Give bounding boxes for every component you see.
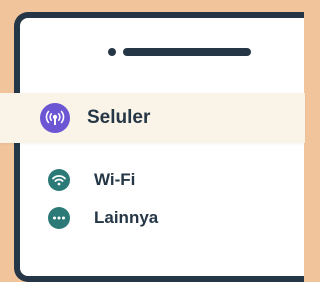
phone-frame: [14, 12, 304, 282]
camera-dot: [108, 48, 116, 56]
menu-item-seluler[interactable]: Seluler: [0, 93, 305, 143]
menu-item-label: Wi-Fi: [94, 170, 136, 189]
cellular-signal-icon: [40, 103, 70, 133]
more-icon: [48, 207, 70, 229]
menu-item-lainnya[interactable]: Lainnya: [48, 207, 158, 229]
phone-speaker: [108, 48, 251, 56]
wifi-icon: [48, 169, 70, 191]
menu-item-label: Lainnya: [94, 208, 159, 227]
speaker-bar: [123, 48, 251, 56]
menu-item-wifi[interactable]: Wi-Fi: [48, 169, 135, 191]
menu-item-label: Seluler: [87, 107, 151, 128]
